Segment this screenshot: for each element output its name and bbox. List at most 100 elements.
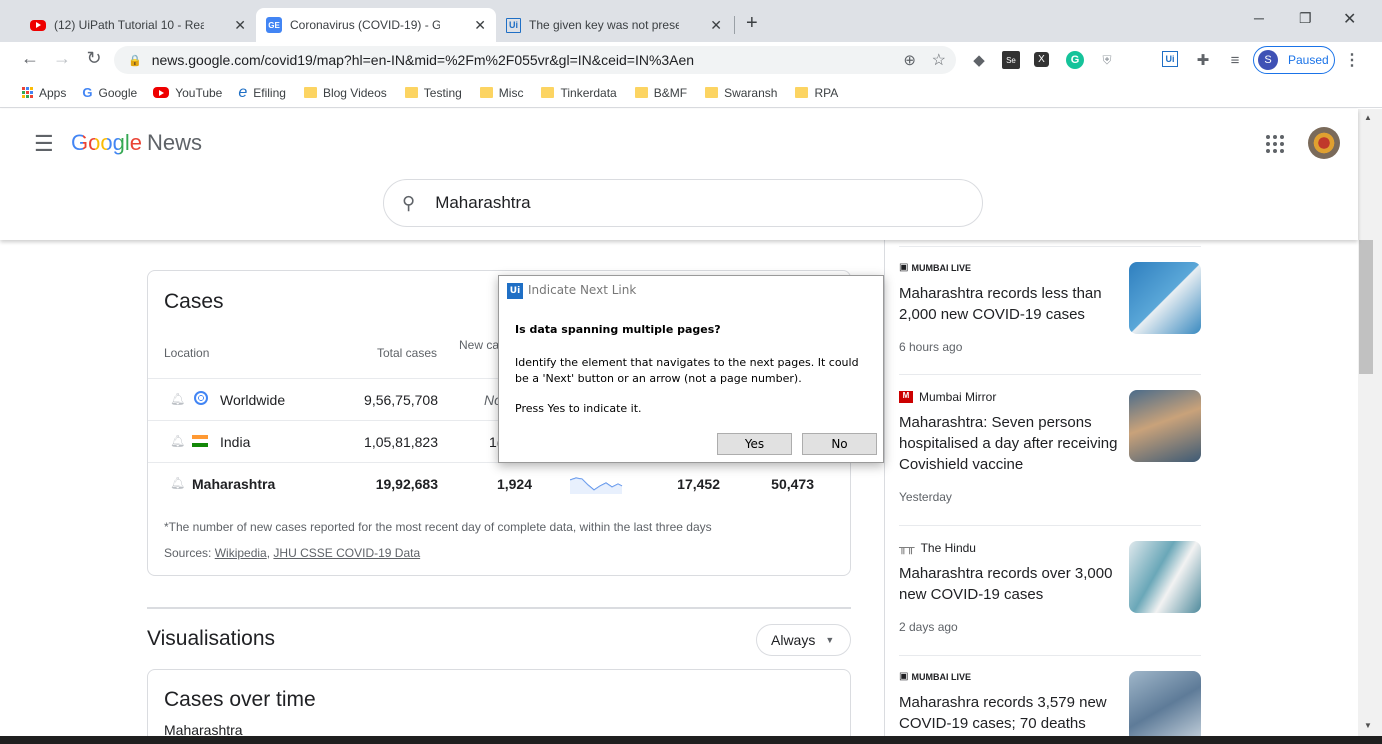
x-extension-icon[interactable]: X bbox=[1034, 52, 1049, 67]
restore-icon[interactable]: ❐ bbox=[1299, 10, 1312, 27]
forward-icon[interactable]: → bbox=[50, 48, 74, 69]
uipath-extension-icon[interactable]: Ui bbox=[1162, 51, 1178, 67]
scrollbar-thumb[interactable] bbox=[1359, 240, 1373, 374]
scroll-down-icon[interactable]: ▼ bbox=[1364, 721, 1372, 730]
total-cases-header[interactable]: Total cases bbox=[377, 346, 437, 360]
close-window-icon[interactable]: ✕ bbox=[1343, 9, 1356, 29]
bookmark-bmf[interactable]: B&MF bbox=[634, 82, 688, 104]
tab-coronavirus[interactable]: GE Coronavirus (COVID-19) - Google ✕ bbox=[256, 8, 496, 42]
bookmark-testing[interactable]: Testing bbox=[404, 82, 462, 104]
minimize-icon[interactable]: ─ bbox=[1254, 10, 1264, 26]
google-news-logo[interactable]: Google News bbox=[71, 130, 202, 156]
always-dropdown[interactable]: Always ▼ bbox=[756, 624, 851, 656]
uipath-icon: Ui bbox=[506, 17, 521, 33]
close-tab-icon[interactable]: ✕ bbox=[234, 17, 246, 34]
new-cases-value: 1,924 bbox=[496, 476, 532, 492]
grammarly-icon[interactable]: G bbox=[1066, 51, 1084, 69]
news-thumbnail[interactable] bbox=[1129, 671, 1201, 743]
folder-icon bbox=[541, 87, 555, 98]
news-article[interactable]: ▣ MUMBAI LIVE Maharashtra records less th… bbox=[899, 262, 1201, 372]
close-tab-icon[interactable]: ✕ bbox=[710, 17, 722, 34]
news-thumbnail[interactable] bbox=[1129, 262, 1201, 334]
location-name: Worldwide bbox=[220, 392, 286, 408]
tab-given-key[interactable]: Ui The given key was not present in ✕ bbox=[496, 8, 732, 42]
news-headline[interactable]: Maharashtra records less than 2,000 new … bbox=[899, 283, 1119, 325]
total-cases-value: 1,05,81,823 bbox=[364, 434, 438, 450]
tab-title: (12) UiPath Tutorial 10 - Real Tim bbox=[54, 18, 204, 32]
scroll-up-icon[interactable]: ▲ bbox=[1364, 113, 1372, 122]
bookmark-tinkerdata[interactable]: Tinkerdata bbox=[541, 82, 617, 104]
no-button[interactable]: No bbox=[802, 433, 877, 455]
reading-list-icon[interactable]: ≡ bbox=[1226, 51, 1244, 69]
google-icon: G bbox=[82, 85, 93, 100]
pin-icon[interactable]: 🔔︎ bbox=[170, 476, 185, 490]
news-headline[interactable]: Maharashtra records over 3,000 new COVID… bbox=[899, 563, 1119, 605]
globe-icon bbox=[194, 391, 208, 405]
extensions-puzzle-icon[interactable]: ✚ bbox=[1194, 51, 1212, 69]
table-row-maharashtra[interactable]: 🔔︎ Maharashtra 19,92,683 1,924 17,452 50… bbox=[148, 462, 850, 504]
news-article[interactable]: ▣ MUMBAI LIVE Maharashra records 3,579 ne… bbox=[899, 671, 1201, 743]
location-name: Maharashtra bbox=[192, 476, 276, 492]
news-thumbnail[interactable] bbox=[1129, 390, 1201, 462]
pin-icon[interactable]: 🔔︎ bbox=[170, 434, 185, 448]
search-input[interactable]: Maharashtra bbox=[435, 193, 530, 213]
news-time: 2 days ago bbox=[899, 620, 958, 634]
bookmark-misc[interactable]: Misc bbox=[479, 82, 523, 104]
account-avatar[interactable] bbox=[1308, 127, 1340, 159]
location-name: India bbox=[220, 434, 251, 450]
bookmark-google[interactable]: G Google bbox=[82, 82, 137, 104]
hamburger-menu-icon[interactable]: ☰ bbox=[34, 131, 54, 157]
new-tab-button[interactable]: + bbox=[746, 12, 758, 35]
selenium-extension-icon[interactable]: Se bbox=[1002, 51, 1020, 69]
news-article[interactable]: ╥╥ The Hindu Maharashtra records over 3,0… bbox=[899, 541, 1201, 651]
jhu-csse-link[interactable]: JHU CSSE COVID-19 Data bbox=[273, 546, 420, 560]
tab-uipath-tutorial[interactable]: (12) UiPath Tutorial 10 - Real Tim ✕ bbox=[20, 8, 256, 42]
bookmark-rpa[interactable]: RPA bbox=[795, 82, 838, 104]
bookmark-blog-videos[interactable]: Blog Videos bbox=[303, 82, 387, 104]
google-apps-icon[interactable] bbox=[1266, 135, 1284, 153]
uipath-icon: Ui bbox=[507, 283, 523, 299]
shield-extension-icon[interactable]: ⛨ bbox=[1098, 51, 1116, 69]
news-headline[interactable]: Maharashtra: Seven persons hospitalised … bbox=[899, 412, 1119, 475]
news-article[interactable]: M Mumbai Mirror Maharashtra: Seven person… bbox=[899, 390, 1201, 520]
search-box[interactable]: ⚲ Maharashtra bbox=[383, 179, 983, 227]
news-headline[interactable]: Maharashra records 3,579 new COVID-19 ca… bbox=[899, 692, 1119, 734]
profile-status: Paused bbox=[1288, 53, 1329, 67]
news-column: ▣ MUMBAI LIVE Maharashtra records less th… bbox=[899, 240, 1201, 743]
indicate-next-link-dialog: Ui Indicate Next Link Is data spanning m… bbox=[498, 275, 884, 463]
url-text[interactable]: news.google.com/covid19/map?hl=en-IN&mid… bbox=[152, 52, 694, 68]
total-cases-value: 19,92,683 bbox=[375, 476, 438, 492]
bookmark-swaransh[interactable]: Swaransh bbox=[705, 82, 777, 104]
add-icon[interactable]: ⊕ bbox=[903, 51, 916, 69]
bookmark-label: Efiling bbox=[253, 85, 286, 100]
section-divider bbox=[147, 607, 851, 609]
news-thumbnail[interactable] bbox=[1129, 541, 1201, 613]
news-divider bbox=[899, 525, 1201, 526]
publisher-name: Mumbai Mirror bbox=[919, 390, 997, 404]
cases-over-time-card: Cases over time Maharashtra bbox=[147, 669, 851, 744]
page-scrollbar[interactable]: ▲ ▼ bbox=[1358, 109, 1382, 736]
star-icon[interactable]: ☆ bbox=[932, 50, 946, 70]
menu-kebab-icon[interactable]: ⋮ bbox=[1343, 51, 1361, 69]
bookmark-efiling[interactable]: e Efiling bbox=[238, 82, 286, 104]
back-icon[interactable]: ← bbox=[18, 48, 42, 69]
folder-icon bbox=[404, 87, 418, 98]
pin-icon[interactable]: 🔔︎ bbox=[170, 392, 185, 406]
eraser-extension-icon[interactable]: ◆ bbox=[970, 51, 988, 69]
folder-icon bbox=[705, 87, 719, 98]
new-cases-header[interactable]: New ca bbox=[459, 338, 499, 352]
address-bar[interactable]: 🔒 news.google.com/covid19/map?hl=en-IN&m… bbox=[114, 46, 956, 74]
wikipedia-link[interactable]: Wikipedia bbox=[215, 546, 267, 560]
bookmark-youtube[interactable]: YouTube bbox=[153, 82, 222, 104]
reload-icon[interactable]: ↻ bbox=[82, 48, 106, 69]
publisher-name: The Hindu bbox=[920, 541, 976, 555]
yes-button[interactable]: Yes bbox=[717, 433, 792, 455]
publisher-name: MUMBAI LIVE bbox=[911, 262, 971, 273]
bookmark-label: B&MF bbox=[653, 85, 688, 100]
windows-taskbar bbox=[0, 736, 1382, 744]
close-tab-icon[interactable]: ✕ bbox=[474, 17, 486, 34]
profile-button[interactable]: S Paused bbox=[1253, 46, 1335, 74]
sources-label: Sources: bbox=[164, 546, 212, 560]
youtube-icon bbox=[153, 87, 170, 98]
bookmark-apps[interactable]: Apps bbox=[22, 82, 66, 104]
